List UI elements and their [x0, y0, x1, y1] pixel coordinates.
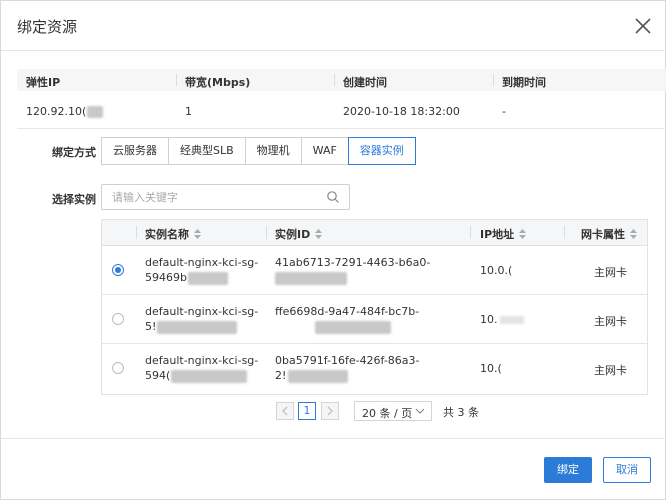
instance-radio[interactable] [112, 264, 124, 276]
instance-id-line1: 0ba5791f-16fe-426f-86a3- [275, 354, 420, 367]
bind-option-physical[interactable]: 物理机 [244, 137, 302, 165]
column-divider [136, 226, 137, 239]
created-value: 2020-10-18 18:32:00 [343, 105, 460, 118]
column-divider [493, 74, 494, 86]
column-divider [334, 74, 335, 86]
instance-ip: 10.( [480, 362, 502, 375]
redacted-mask [499, 316, 524, 324]
col-bandwidth: 带宽(Mbps) [185, 76, 251, 89]
bind-type-selector: 云服务器 经典型SLB 物理机 WAF 容器实例 [101, 137, 416, 165]
bind-option-container[interactable]: 容器实例 [347, 137, 416, 165]
sort-icon [519, 229, 527, 239]
bind-resource-dialog: 绑定资源 弹性IP 带宽(Mbps) 创建时间 到期时间 120.92.10( … [0, 0, 666, 500]
search-input[interactable] [112, 189, 312, 205]
instance-radio[interactable] [112, 313, 124, 325]
instance-id-line1: ffe6698d-9a47-484f-bc7b- [275, 305, 420, 318]
instance-nic: 主网卡 [594, 315, 627, 328]
cancel-button[interactable]: 取消 [603, 457, 651, 483]
instance-id-line2: 2! [275, 369, 349, 383]
search-icon[interactable] [326, 190, 340, 204]
redacted-mask [171, 369, 248, 383]
redacted-mask [288, 369, 349, 383]
instance-name-line1: default-nginx-kci-sg- [145, 305, 259, 318]
resource-table-header: 弹性IP 带宽(Mbps) 创建时间 到期时间 [17, 69, 666, 91]
col-instance-name[interactable]: 实例名称 [145, 226, 201, 242]
total-count: 共 3 条 [443, 406, 479, 419]
col-nic-attr[interactable]: 网卡属性 [581, 226, 637, 242]
instance-id-line2 [275, 271, 347, 285]
prev-page-button[interactable] [276, 402, 294, 420]
column-divider [564, 226, 565, 239]
resource-row: 120.92.10( 1 2020-10-18 18:32:00 - [17, 91, 666, 129]
instance-name-line1: default-nginx-kci-sg- [145, 354, 259, 367]
footer-divider [1, 438, 666, 439]
search-box [101, 184, 350, 210]
bind-option-waf[interactable]: WAF [300, 137, 349, 165]
instance-name-line2: 5! [145, 320, 238, 334]
next-page-button[interactable] [321, 402, 339, 420]
col-expires: 到期时间 [502, 76, 546, 89]
bind-option-cloud-server[interactable]: 云服务器 [101, 137, 169, 165]
column-divider [266, 226, 267, 239]
instance-nic: 主网卡 [594, 266, 627, 279]
select-instance-label: 选择实例 [52, 193, 96, 206]
page-size-value: 20 条 / 页 [362, 407, 413, 420]
bandwidth-value: 1 [185, 105, 192, 118]
instance-row[interactable]: default-nginx-kci-sg- 5! ffe6698d-9a47-4… [102, 295, 647, 344]
instance-table-header: 实例名称 实例ID IP地址 网卡属性 [102, 220, 647, 246]
col-ip-address[interactable]: IP地址 [480, 226, 527, 242]
redacted-mask [87, 106, 104, 118]
redacted-mask [275, 271, 347, 285]
instance-id-line1: 41ab6713-7291-4463-b6a0- [275, 256, 431, 269]
instance-ip: 10. [480, 313, 524, 326]
page-size-select[interactable]: 20 条 / 页 [354, 401, 432, 421]
page-number-button[interactable]: 1 [298, 402, 316, 420]
column-divider [470, 226, 471, 239]
instance-row[interactable]: default-nginx-kci-sg- 59469b 41ab6713-72… [102, 246, 647, 295]
bind-option-classic-slb[interactable]: 经典型SLB [168, 137, 246, 165]
instance-name-line2: 594( [145, 369, 248, 383]
sort-icon [630, 229, 637, 239]
dialog-title: 绑定资源 [17, 18, 78, 36]
col-created: 创建时间 [343, 76, 387, 89]
instance-radio[interactable] [112, 362, 124, 374]
sort-icon [194, 229, 201, 239]
redacted-mask [315, 320, 391, 334]
instance-name-line1: default-nginx-kci-sg- [145, 256, 259, 269]
column-divider [176, 74, 177, 86]
eip-value: 120.92.10( [26, 105, 104, 118]
sort-icon [315, 229, 323, 239]
instance-id-line2 [275, 320, 391, 334]
redacted-mask [157, 320, 238, 334]
instance-ip: 10.0.( [480, 264, 513, 277]
instance-nic: 主网卡 [594, 364, 627, 377]
bind-type-label: 绑定方式 [52, 146, 96, 159]
instance-name-line2: 59469b [145, 271, 228, 285]
col-eip: 弹性IP [26, 76, 61, 89]
redacted-mask [187, 271, 228, 285]
dialog-header: 绑定资源 [1, 1, 666, 51]
close-icon[interactable] [633, 16, 653, 36]
chevron-down-icon [415, 408, 425, 414]
col-instance-id[interactable]: 实例ID [275, 226, 323, 242]
bind-button[interactable]: 绑定 [544, 457, 592, 483]
instance-row[interactable]: default-nginx-kci-sg- 594( 0ba5791f-16fe… [102, 344, 647, 393]
expires-value: - [502, 105, 506, 118]
chevron-right-icon [327, 406, 333, 416]
instance-table: 实例名称 实例ID IP地址 网卡属性 default-nginx-kci-sg… [101, 219, 648, 395]
chevron-left-icon [282, 406, 288, 416]
